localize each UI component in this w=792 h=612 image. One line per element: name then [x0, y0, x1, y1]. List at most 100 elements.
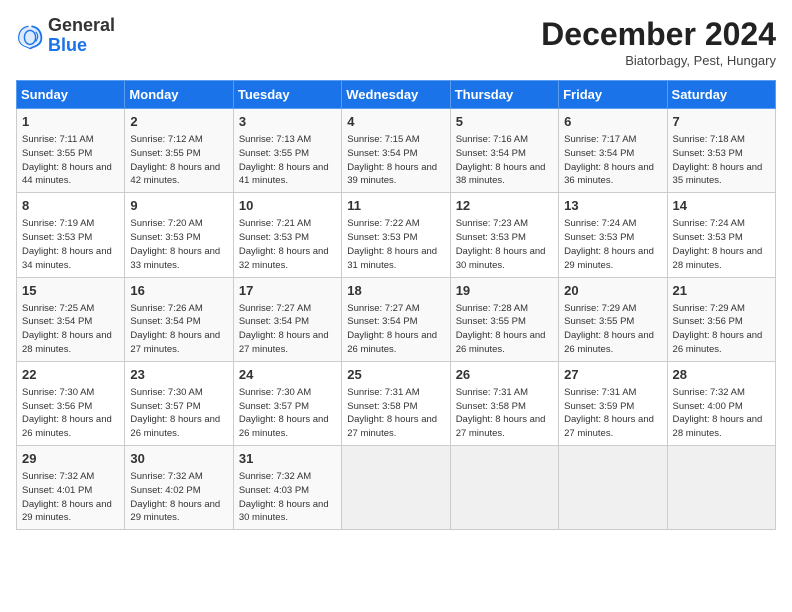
day-number: 20: [564, 282, 661, 300]
day-of-week-monday: Monday: [125, 81, 233, 109]
day-number: 12: [456, 197, 553, 215]
day-info: Sunrise: 7:27 AMSunset: 3:54 PMDaylight:…: [239, 302, 336, 357]
calendar-cell: 19 Sunrise: 7:28 AMSunset: 3:55 PMDayligh…: [450, 277, 558, 361]
calendar-cell: 16 Sunrise: 7:26 AMSunset: 3:54 PMDayligh…: [125, 277, 233, 361]
day-info: Sunrise: 7:29 AMSunset: 3:55 PMDaylight:…: [564, 302, 661, 357]
calendar-cell: 6 Sunrise: 7:17 AMSunset: 3:54 PMDaylight…: [559, 109, 667, 193]
day-number: 16: [130, 282, 227, 300]
day-number: 13: [564, 197, 661, 215]
day-info: Sunrise: 7:17 AMSunset: 3:54 PMDaylight:…: [564, 133, 661, 188]
day-info: Sunrise: 7:22 AMSunset: 3:53 PMDaylight:…: [347, 217, 444, 272]
calendar-cell: 20 Sunrise: 7:29 AMSunset: 3:55 PMDayligh…: [559, 277, 667, 361]
day-info: Sunrise: 7:20 AMSunset: 3:53 PMDaylight:…: [130, 217, 227, 272]
calendar-cell: 1 Sunrise: 7:11 AMSunset: 3:55 PMDaylight…: [17, 109, 125, 193]
day-info: Sunrise: 7:32 AMSunset: 4:03 PMDaylight:…: [239, 470, 336, 525]
day-info: Sunrise: 7:31 AMSunset: 3:58 PMDaylight:…: [347, 386, 444, 441]
day-number: 28: [673, 366, 770, 384]
day-number: 29: [22, 450, 119, 468]
calendar-cell: 15Sunrise: 7:25 AMSunset: 3:54 PMDayligh…: [17, 277, 125, 361]
logo: General Blue: [16, 16, 115, 56]
day-number: 9: [130, 197, 227, 215]
day-info: Sunrise: 7:15 AMSunset: 3:54 PMDaylight:…: [347, 133, 444, 188]
day-number: 1: [22, 113, 119, 131]
calendar-header-row: SundayMondayTuesdayWednesdayThursdayFrid…: [17, 81, 776, 109]
calendar-cell: 4 Sunrise: 7:15 AMSunset: 3:54 PMDaylight…: [342, 109, 450, 193]
calendar-cell: 29 Sunrise: 7:32 AMSunset: 4:01 PMDayligh…: [17, 446, 125, 530]
day-number: 24: [239, 366, 336, 384]
calendar-week-row: 22Sunrise: 7:30 AMSunset: 3:56 PMDayligh…: [17, 361, 776, 445]
day-info: Sunrise: 7:18 AMSunset: 3:53 PMDaylight:…: [673, 133, 770, 188]
day-number: 3: [239, 113, 336, 131]
day-of-week-saturday: Saturday: [667, 81, 775, 109]
day-number: 30: [130, 450, 227, 468]
day-info: Sunrise: 7:32 AMSunset: 4:01 PMDaylight:…: [22, 470, 119, 525]
day-info: Sunrise: 7:26 AMSunset: 3:54 PMDaylight:…: [130, 302, 227, 357]
calendar-title: December 2024: [541, 16, 776, 53]
calendar-cell: 9 Sunrise: 7:20 AMSunset: 3:53 PMDaylight…: [125, 193, 233, 277]
calendar-cell: 27 Sunrise: 7:31 AMSunset: 3:59 PMDayligh…: [559, 361, 667, 445]
day-of-week-thursday: Thursday: [450, 81, 558, 109]
day-number: 10: [239, 197, 336, 215]
calendar-cell: [450, 446, 558, 530]
calendar-cell: 23Sunrise: 7:30 AMSunset: 3:57 PMDayligh…: [125, 361, 233, 445]
day-number: 2: [130, 113, 227, 131]
day-info: Sunrise: 7:19 AMSunset: 3:53 PMDaylight:…: [22, 217, 119, 272]
calendar-week-row: 15Sunrise: 7:25 AMSunset: 3:54 PMDayligh…: [17, 277, 776, 361]
day-info: Sunrise: 7:16 AMSunset: 3:54 PMDaylight:…: [456, 133, 553, 188]
day-number: 21: [673, 282, 770, 300]
day-of-week-friday: Friday: [559, 81, 667, 109]
day-info: Sunrise: 7:32 AMSunset: 4:02 PMDaylight:…: [130, 470, 227, 525]
calendar-cell: 13Sunrise: 7:24 AMSunset: 3:53 PMDayligh…: [559, 193, 667, 277]
day-number: 11: [347, 197, 444, 215]
day-of-week-sunday: Sunday: [17, 81, 125, 109]
day-number: 8: [22, 197, 119, 215]
calendar-cell: 26Sunrise: 7:31 AMSunset: 3:58 PMDayligh…: [450, 361, 558, 445]
day-info: Sunrise: 7:23 AMSunset: 3:53 PMDaylight:…: [456, 217, 553, 272]
day-info: Sunrise: 7:31 AMSunset: 3:59 PMDaylight:…: [564, 386, 661, 441]
calendar-cell: 11 Sunrise: 7:22 AMSunset: 3:53 PMDayligh…: [342, 193, 450, 277]
calendar-cell: 8 Sunrise: 7:19 AMSunset: 3:53 PMDaylight…: [17, 193, 125, 277]
calendar-cell: 25 Sunrise: 7:31 AMSunset: 3:58 PMDayligh…: [342, 361, 450, 445]
calendar-cell: 12 Sunrise: 7:23 AMSunset: 3:53 PMDayligh…: [450, 193, 558, 277]
day-info: Sunrise: 7:21 AMSunset: 3:53 PMDaylight:…: [239, 217, 336, 272]
calendar-cell: 30 Sunrise: 7:32 AMSunset: 4:02 PMDayligh…: [125, 446, 233, 530]
day-info: Sunrise: 7:32 AMSunset: 4:00 PMDaylight:…: [673, 386, 770, 441]
day-info: Sunrise: 7:28 AMSunset: 3:55 PMDaylight:…: [456, 302, 553, 357]
day-info: Sunrise: 7:31 AMSunset: 3:58 PMDaylight:…: [456, 386, 553, 441]
day-info: Sunrise: 7:24 AMSunset: 3:53 PMDaylight:…: [673, 217, 770, 272]
day-number: 4: [347, 113, 444, 131]
day-of-week-wednesday: Wednesday: [342, 81, 450, 109]
calendar-cell: 28 Sunrise: 7:32 AMSunset: 4:00 PMDayligh…: [667, 361, 775, 445]
calendar-cell: 14Sunrise: 7:24 AMSunset: 3:53 PMDayligh…: [667, 193, 775, 277]
calendar-cell: 10 Sunrise: 7:21 AMSunset: 3:53 PMDayligh…: [233, 193, 341, 277]
calendar-cell: 21 Sunrise: 7:29 AMSunset: 3:56 PMDayligh…: [667, 277, 775, 361]
day-number: 19: [456, 282, 553, 300]
day-info: Sunrise: 7:30 AMSunset: 3:57 PMDaylight:…: [239, 386, 336, 441]
page-header: General Blue December 2024 Biatorbagy, P…: [16, 16, 776, 68]
logo-icon: [16, 22, 44, 50]
calendar-cell: 18Sunrise: 7:27 AMSunset: 3:54 PMDayligh…: [342, 277, 450, 361]
day-number: 27: [564, 366, 661, 384]
day-info: Sunrise: 7:11 AMSunset: 3:55 PMDaylight:…: [22, 133, 119, 188]
day-number: 31: [239, 450, 336, 468]
calendar-cell: 31 Sunrise: 7:32 AMSunset: 4:03 PMDayligh…: [233, 446, 341, 530]
day-number: 6: [564, 113, 661, 131]
calendar-cell: [559, 446, 667, 530]
day-number: 25: [347, 366, 444, 384]
calendar-subtitle: Biatorbagy, Pest, Hungary: [541, 53, 776, 68]
day-info: Sunrise: 7:29 AMSunset: 3:56 PMDaylight:…: [673, 302, 770, 357]
day-info: Sunrise: 7:13 AMSunset: 3:55 PMDaylight:…: [239, 133, 336, 188]
calendar-cell: 2 Sunrise: 7:12 AMSunset: 3:55 PMDaylight…: [125, 109, 233, 193]
day-number: 17: [239, 282, 336, 300]
day-info: Sunrise: 7:30 AMSunset: 3:57 PMDaylight:…: [130, 386, 227, 441]
calendar-table: SundayMondayTuesdayWednesdayThursdayFrid…: [16, 80, 776, 530]
day-of-week-tuesday: Tuesday: [233, 81, 341, 109]
calendar-cell: 22Sunrise: 7:30 AMSunset: 3:56 PMDayligh…: [17, 361, 125, 445]
calendar-cell: [667, 446, 775, 530]
calendar-cell: 7Sunrise: 7:18 AMSunset: 3:53 PMDaylight…: [667, 109, 775, 193]
day-number: 22: [22, 366, 119, 384]
day-number: 5: [456, 113, 553, 131]
calendar-week-row: 8 Sunrise: 7:19 AMSunset: 3:53 PMDaylight…: [17, 193, 776, 277]
calendar-cell: [342, 446, 450, 530]
day-info: Sunrise: 7:12 AMSunset: 3:55 PMDaylight:…: [130, 133, 227, 188]
